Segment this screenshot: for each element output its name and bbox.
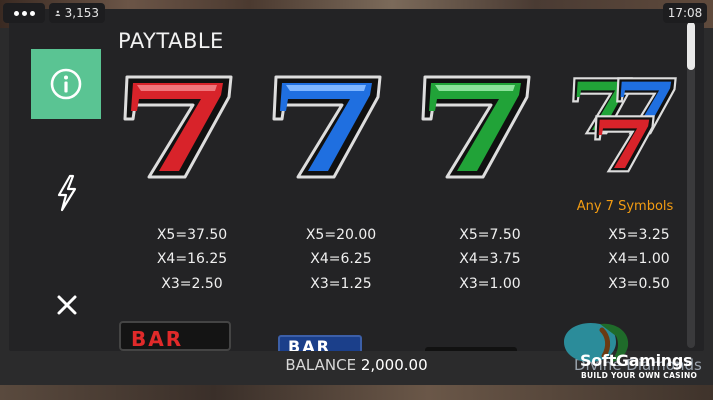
payout-x5: X5=7.50 (459, 227, 521, 243)
menu-button[interactable] (3, 3, 45, 23)
blue-seven-icon (272, 75, 382, 179)
payout-x4: X4=1.00 (608, 251, 670, 267)
more-dots-icon-dot (21, 10, 27, 16)
players-count: 3,153 (64, 6, 99, 20)
any-seven-label: Any 7 Symbols (576, 199, 674, 214)
payout-x5: X5=3.25 (608, 227, 670, 243)
payout-x3: X3=1.25 (310, 276, 372, 292)
info-button[interactable] (31, 49, 101, 119)
payout-x4: X4=3.75 (459, 251, 521, 267)
quick-spin-button[interactable] (47, 169, 87, 217)
sidebar (9, 9, 117, 351)
paytable-column-any-seven: Any 7 Symbols X5=3.25 X4=1.00 X3=0.50 (564, 71, 697, 351)
clock: 17:08 (663, 3, 707, 23)
next-symbol-partial (425, 347, 517, 351)
balance-value: 2,000.00 (360, 356, 428, 374)
paytable-panel: PAYTABLE X5=37.50 X4=16.25 X3=2.50 BAR X… (9, 9, 704, 351)
payout-x5: X5=20.00 (305, 227, 377, 243)
any-seven-icon (572, 77, 677, 173)
paytable-content: PAYTABLE X5=37.50 X4=16.25 X3=2.50 BAR X… (117, 9, 697, 351)
lightning-icon (57, 174, 77, 212)
more-dots-icon-dot (29, 10, 35, 16)
clock-time: 17:08 (667, 6, 703, 20)
close-icon (57, 295, 77, 315)
red-seven-icon (123, 75, 233, 179)
payout-x3: X3=0.50 (608, 276, 670, 292)
payout-x3: X3=1.00 (459, 276, 521, 292)
page-title: PAYTABLE (118, 29, 224, 53)
payout-x5: X5=37.50 (156, 227, 228, 243)
info-icon (50, 68, 82, 100)
close-button[interactable] (47, 285, 87, 325)
red-bar-text: BAR (131, 327, 184, 351)
paytable-column-red-seven: X5=37.50 X4=16.25 X3=2.50 BAR (117, 71, 267, 351)
green-seven-icon (421, 75, 531, 179)
payout-x4: X4=6.25 (310, 251, 372, 267)
balance-label: BALANCE (285, 356, 357, 374)
paytable-scrollbar[interactable] (687, 22, 695, 348)
paytable-column-green-seven: X5=7.50 X4=3.75 X3=1.00 (415, 71, 565, 351)
scrollbar-thumb[interactable] (687, 22, 695, 70)
blue-bar-text: BAR (288, 337, 331, 351)
payout-x3: X3=2.50 (161, 276, 223, 292)
payout-x4: X4=16.25 (156, 251, 228, 267)
game-background-bottom (0, 385, 713, 400)
user-icon (55, 10, 61, 16)
brand-watermark: SoftGamings BUILD YOUR OWN CASINO (560, 316, 710, 386)
more-dots-icon (13, 10, 19, 16)
red-bar-symbol: BAR (119, 321, 231, 351)
brand-tagline: BUILD YOUR OWN CASINO (581, 371, 698, 380)
paytable-column-blue-seven: X5=20.00 X4=6.25 X3=1.25 BAR (266, 71, 416, 351)
brand-name: SoftGamings (580, 351, 693, 370)
game-screen: PAYTABLE X5=37.50 X4=16.25 X3=2.50 BAR X… (0, 0, 713, 400)
players-counter: 3,153 (49, 3, 105, 23)
blue-bar-symbol: BAR (278, 335, 362, 351)
